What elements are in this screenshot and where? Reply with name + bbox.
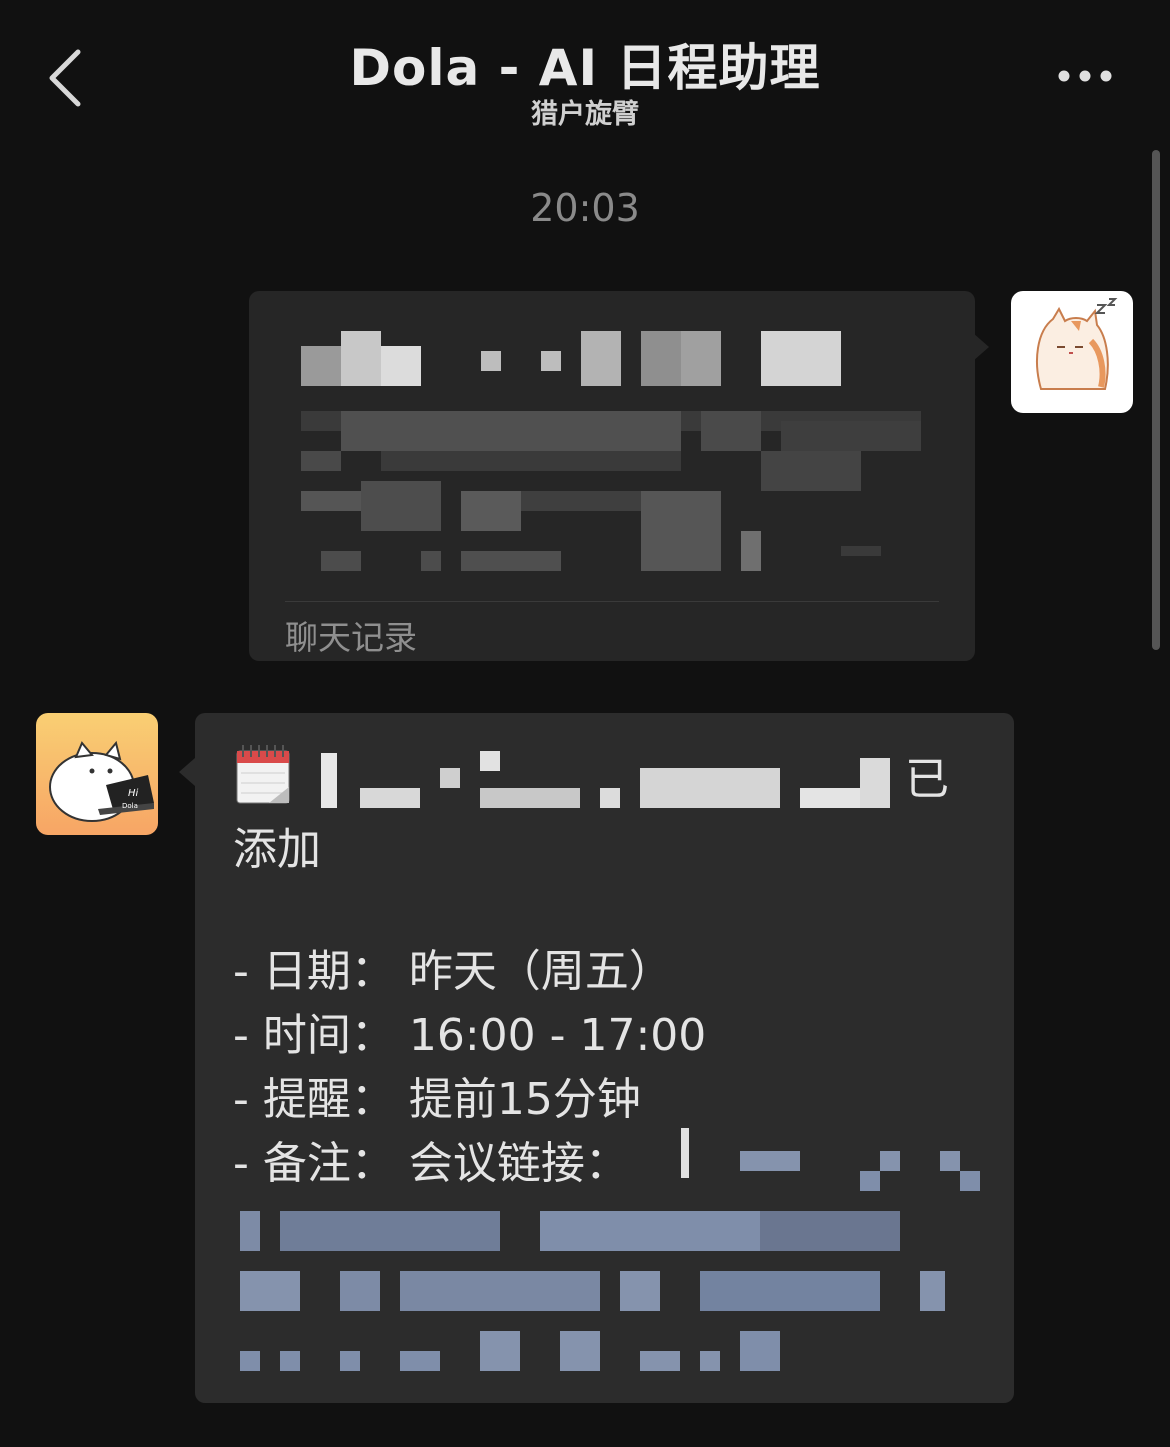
event-time: - 时间： 16:00 - 17:00 (233, 1010, 707, 1061)
svg-text:Hi: Hi (128, 788, 139, 799)
more-button[interactable] (1052, 62, 1118, 90)
dola-cat-avatar: Hi Dola (49, 740, 154, 822)
bot-avatar[interactable]: Hi Dola (36, 713, 158, 835)
event-reminder: - 提醒： 提前15分钟 (233, 1074, 641, 1125)
svg-text:Dola: Dola (122, 802, 138, 810)
bubble-tail (973, 333, 989, 361)
event-note: - 备注： 会议链接： (233, 1138, 629, 1189)
calendar-icon (236, 745, 290, 804)
chat-subtitle: 猎户旋臂 (531, 99, 639, 130)
nav-bar: Dola - AI 日程助理 猎户旋臂 (0, 0, 1170, 140)
added-status-suffix: 已 (905, 754, 949, 805)
user-avatar[interactable] (1011, 291, 1133, 413)
added-status-text: 添加 (233, 824, 321, 875)
chat-record-card[interactable]: 聊天记录 (249, 291, 975, 661)
cat-avatar (1036, 298, 1118, 390)
message-timestamp: 20:03 (530, 186, 640, 230)
chat-record-label: 聊天记录 (285, 618, 417, 657)
more-icon (1058, 70, 1112, 82)
bot-message-bubble[interactable]: 已 添加 - 日期： 昨天（周五） - 时间： 16:00 - 17:00 - … (195, 713, 1014, 1403)
chat-title: Dola - AI 日程助理 (349, 39, 821, 97)
record-divider (285, 601, 939, 602)
event-date: - 日期： 昨天（周五） (233, 946, 673, 997)
bubble-tail (179, 758, 195, 786)
